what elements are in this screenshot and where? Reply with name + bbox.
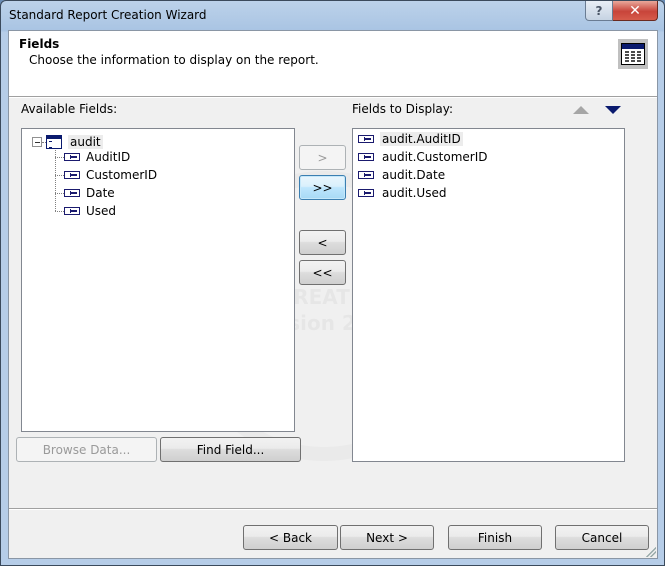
tree-field-label: Date	[86, 186, 115, 200]
move-down-arrow-icon[interactable]	[605, 106, 621, 114]
available-fields-tree[interactable]: audit AuditID CustomerID Date Used	[21, 128, 295, 432]
remove-all-fields-button[interactable]: <<	[299, 260, 346, 285]
tree-field-item[interactable]: Used	[64, 202, 116, 220]
display-list-item[interactable]: audit.Date	[358, 166, 447, 184]
fields-to-display-list[interactable]: audit.AuditID audit.CustomerID audit.Dat…	[352, 128, 625, 462]
back-button[interactable]: < Back	[243, 525, 338, 550]
tree-field-item[interactable]: AuditID	[64, 148, 130, 166]
dialog-body: Fields Choose the information to display…	[8, 30, 658, 559]
field-icon	[358, 135, 374, 143]
tree-field-label: Used	[86, 204, 117, 218]
tree-field-label: AuditID	[86, 150, 131, 164]
field-icon	[358, 171, 374, 179]
close-button[interactable]: ✕	[613, 1, 658, 21]
add-all-fields-button[interactable]: >>	[299, 175, 346, 200]
page-title: Fields	[19, 37, 60, 51]
display-list-item[interactable]: audit.Used	[358, 184, 448, 202]
display-list-item[interactable]: audit.AuditID	[358, 130, 463, 148]
move-up-arrow-icon[interactable]	[573, 106, 589, 114]
available-fields-label: Available Fields:	[21, 102, 118, 116]
display-list-item[interactable]: audit.CustomerID	[358, 148, 490, 166]
window-title: Standard Report Creation Wizard	[9, 8, 207, 22]
browse-data-button[interactable]: Browse Data...	[16, 437, 157, 462]
tree-field-item[interactable]: CustomerID	[64, 166, 157, 184]
wizard-window: Standard Report Creation Wizard ? ✕ Fiel…	[0, 0, 665, 566]
display-item-label: audit.Used	[382, 186, 447, 200]
table-icon	[46, 135, 62, 149]
cancel-button[interactable]: Cancel	[555, 525, 649, 550]
add-field-button[interactable]: >	[299, 145, 346, 170]
close-icon: ✕	[629, 2, 641, 19]
help-icon: ?	[595, 3, 603, 18]
display-item-label: audit.Date	[382, 168, 446, 182]
help-button[interactable]: ?	[585, 1, 613, 21]
display-item-label: audit.CustomerID	[382, 150, 488, 164]
field-icon	[64, 153, 80, 161]
field-icon	[64, 207, 80, 215]
next-button[interactable]: Next >	[340, 525, 434, 550]
display-item-label: audit.AuditID	[380, 132, 463, 146]
tree-node-label: audit	[68, 135, 103, 149]
field-icon	[358, 189, 374, 197]
field-icon	[358, 153, 374, 161]
wizard-header: Fields Choose the information to display…	[9, 31, 657, 97]
finish-button[interactable]: Finish	[448, 525, 542, 550]
tree-field-item[interactable]: Date	[64, 184, 115, 202]
field-icon	[64, 171, 80, 179]
title-bar[interactable]: Standard Report Creation Wizard ? ✕	[1, 1, 664, 31]
table-report-icon	[618, 39, 648, 69]
fields-to-display-label: Fields to Display:	[352, 102, 454, 116]
tree-field-label: CustomerID	[86, 168, 158, 182]
page-subtitle: Choose the information to display on the…	[29, 53, 319, 67]
remove-field-button[interactable]: <	[299, 230, 346, 255]
resize-grip[interactable]	[646, 547, 656, 557]
find-field-button[interactable]: Find Field...	[160, 437, 301, 462]
field-icon	[64, 189, 80, 197]
collapse-toggle[interactable]	[32, 137, 42, 147]
